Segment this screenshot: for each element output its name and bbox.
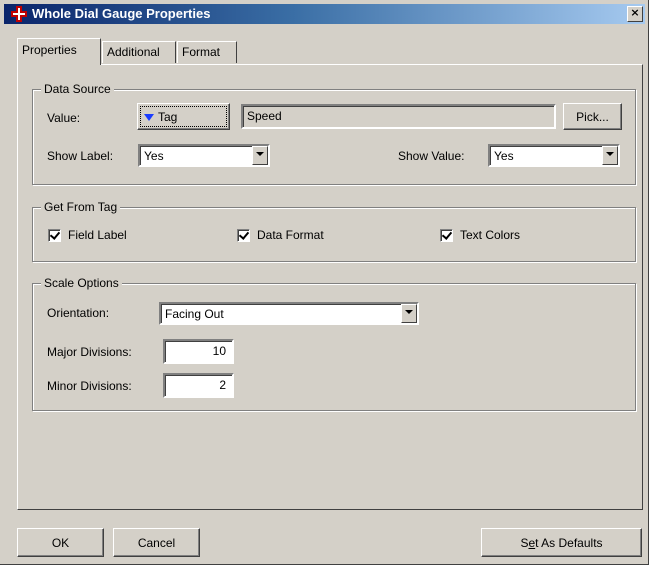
chevron-down-icon[interactable]	[602, 146, 618, 165]
orientation-value: Facing Out	[159, 302, 419, 325]
chevron-down-icon[interactable]	[252, 146, 268, 165]
checkmark-icon[interactable]	[48, 229, 61, 242]
show-value-select[interactable]: Yes	[488, 144, 620, 167]
app-gear-icon	[11, 6, 27, 22]
data-format-text: Data Format	[257, 228, 324, 242]
tab-format[interactable]: Format	[177, 41, 237, 63]
show-value-value: Yes	[488, 144, 620, 167]
scale-options-title: Scale Options	[41, 276, 122, 290]
show-value-label: Show Value:	[398, 149, 465, 163]
cancel-button[interactable]: Cancel	[113, 528, 200, 557]
title-bar[interactable]: Whole Dial Gauge Properties ×	[4, 4, 645, 24]
checkmark-icon[interactable]	[440, 229, 453, 242]
text-colors-text: Text Colors	[460, 228, 521, 242]
dialog-window: Whole Dial Gauge Properties × Properties…	[0, 0, 649, 565]
tag-button[interactable]: Tag	[137, 103, 230, 130]
pick-button[interactable]: Pick...	[563, 103, 622, 130]
set-as-defaults-button[interactable]: Set As Defaults	[481, 528, 642, 557]
show-label-value: Yes	[138, 144, 270, 167]
show-label-select[interactable]: Yes	[138, 144, 270, 167]
value-label: Value:	[47, 111, 81, 125]
chevron-down-icon[interactable]	[401, 304, 417, 323]
show-label-label: Show Label:	[47, 149, 114, 163]
triangle-down-icon	[144, 114, 154, 121]
checkmark-icon[interactable]	[237, 229, 250, 242]
ok-button[interactable]: OK	[17, 528, 104, 557]
minor-divisions-label: Minor Divisions:	[47, 379, 132, 393]
set-as-defaults-suffix: t As Defaults	[535, 536, 603, 550]
tab-properties[interactable]: Properties	[17, 38, 101, 65]
close-icon[interactable]: ×	[627, 6, 643, 22]
data-source-title: Data Source	[41, 82, 114, 96]
major-divisions-field[interactable]: 10	[163, 339, 234, 364]
orientation-select[interactable]: Facing Out	[159, 302, 419, 325]
window-title: Whole Dial Gauge Properties	[32, 6, 211, 21]
tag-button-label: Tag	[158, 110, 178, 124]
get-from-tag-title: Get From Tag	[41, 200, 121, 214]
value-field[interactable]: Speed	[241, 104, 556, 129]
major-divisions-label: Major Divisions:	[47, 345, 132, 359]
field-label-text: Field Label	[68, 228, 127, 242]
minor-divisions-field[interactable]: 2	[163, 373, 234, 398]
tab-additional[interactable]: Additional	[102, 41, 176, 63]
orientation-label: Orientation:	[47, 306, 110, 320]
